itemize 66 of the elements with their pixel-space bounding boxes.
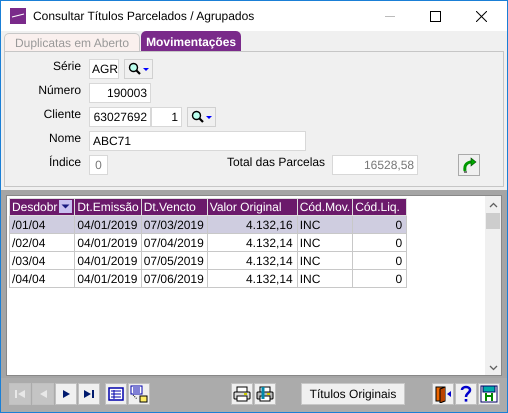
table-cell: 07/05/2019 (141, 252, 208, 270)
tab[interactable]: Movimentações (141, 31, 242, 51)
table-cell: 4.132,14 (207, 234, 298, 252)
column-header[interactable]: Dt.Vencto (141, 198, 208, 216)
table-cell: INC (297, 252, 353, 270)
field-label: Nome (48, 131, 81, 145)
close-icon[interactable] (476, 10, 487, 22)
table-cell: 4.132,16 (207, 216, 298, 234)
column-header[interactable]: Cód.Liq. (352, 198, 407, 216)
original-titles-button[interactable]: Títulos Originais (301, 383, 405, 405)
table-cell: /02/04 (10, 234, 75, 252)
scroll-thumb[interactable] (486, 213, 500, 229)
table-cell: 07/04/2019 (141, 234, 208, 252)
scrollbar[interactable] (485, 196, 501, 375)
field-label: Número (37, 83, 81, 97)
table-cell: 04/01/2019 (74, 234, 142, 252)
table-cell: INC (297, 234, 353, 252)
table-cell: /03/04 (10, 252, 75, 270)
table-cell: 0 (352, 234, 407, 252)
export-button[interactable] (128, 383, 150, 405)
table-cell: 07/03/2019 (141, 216, 208, 234)
table-cell: 4.132,14 (207, 270, 298, 288)
column-header[interactable]: Cód.Mov. (297, 198, 353, 216)
table-cell: INC (297, 270, 353, 288)
input-field[interactable]: AGR (89, 59, 119, 79)
scroll-down-icon[interactable] (488, 365, 498, 371)
column-header[interactable]: Desdobr (10, 198, 75, 216)
table-cell: 07/06/2019 (141, 270, 208, 288)
next-button[interactable] (55, 383, 77, 405)
table-cell: INC (297, 216, 353, 234)
exit-button[interactable] (432, 383, 454, 405)
table-cell: /01/04 (10, 216, 75, 234)
refresh-button[interactable] (458, 154, 480, 176)
last-icon (82, 388, 96, 400)
lookup-button[interactable] (124, 59, 153, 79)
field-label: Série (52, 59, 81, 73)
form-view-button[interactable] (105, 383, 127, 405)
last-button[interactable] (78, 383, 100, 405)
column-header[interactable]: Dt.Emissão (74, 198, 142, 216)
app-icon (10, 8, 26, 24)
field-label: Total das Parcelas (227, 155, 326, 169)
table-cell: 0 (352, 216, 407, 234)
table-cell: 04/01/2019 (74, 216, 142, 234)
print-setup-button[interactable] (254, 383, 276, 405)
first-icon (13, 388, 27, 400)
table-cell: 04/01/2019 (74, 270, 142, 288)
input-field[interactable]: ABC71 (89, 131, 306, 151)
field-label: Índice (48, 155, 81, 169)
dropdown-icon[interactable] (59, 200, 72, 213)
help-button[interactable] (455, 383, 477, 405)
field-label: Cliente (42, 107, 81, 121)
window-title: Consultar Títulos Parcelados / Agrupados (33, 9, 256, 23)
lookup-button[interactable] (187, 107, 216, 127)
input-field[interactable]: 1 (151, 107, 182, 127)
table-cell: 0 (352, 270, 407, 288)
scroll-up-icon[interactable] (488, 202, 498, 208)
maximize-icon[interactable] (430, 10, 441, 22)
table-cell: /04/04 (10, 270, 75, 288)
table-cell: 0 (352, 252, 407, 270)
save-button[interactable] (478, 383, 500, 405)
table-cell: 4.132,14 (207, 252, 298, 270)
column-header[interactable]: Valor Original (207, 198, 298, 216)
table-cell: 04/01/2019 (74, 252, 142, 270)
print-button[interactable] (231, 383, 253, 405)
input-field[interactable]: 190003 (89, 83, 151, 103)
input-field[interactable]: 63027692 (89, 107, 151, 127)
